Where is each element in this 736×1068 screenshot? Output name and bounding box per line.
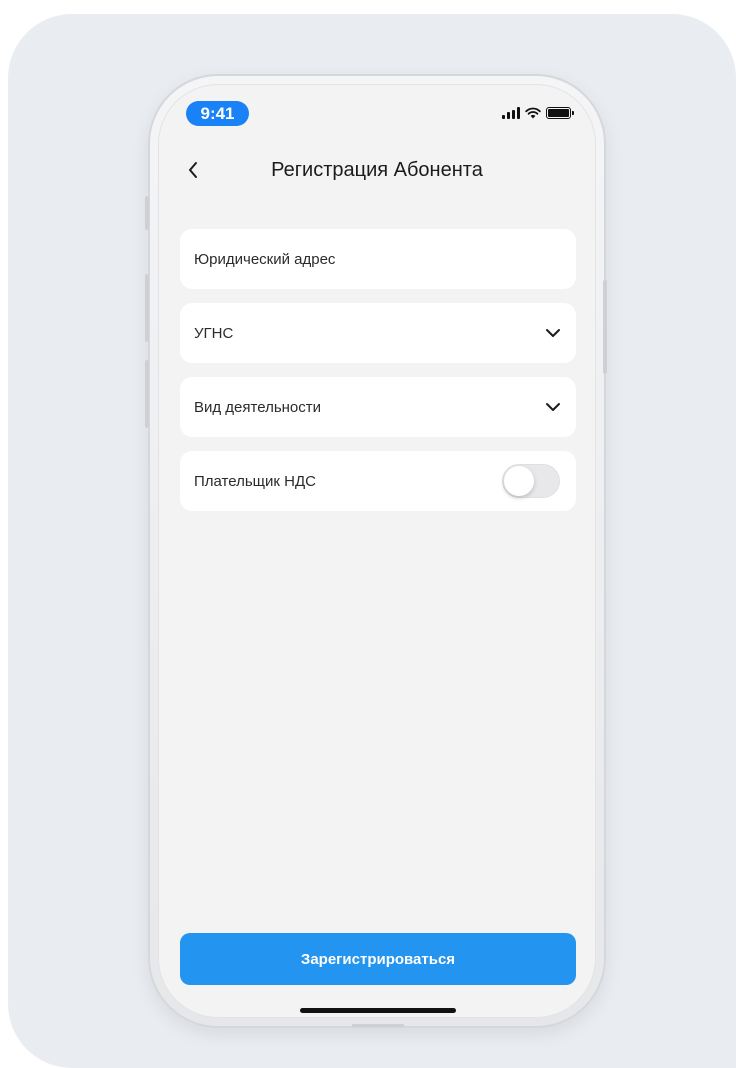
cellular-signal-icon bbox=[502, 107, 520, 119]
phone-volume-down-button bbox=[145, 360, 149, 428]
legal-address-field[interactable]: Юридический адрес bbox=[180, 229, 576, 289]
chevron-down-icon bbox=[543, 323, 563, 343]
chevron-down-icon bbox=[543, 397, 563, 417]
vat-payer-row: Плательщик НДС bbox=[180, 451, 576, 511]
wifi-icon bbox=[525, 107, 541, 119]
toggle-knob bbox=[504, 466, 534, 496]
status-icons bbox=[502, 105, 574, 121]
phone-screen: 9:41 Регистрация Абонента Юридический ад… bbox=[158, 84, 596, 1018]
vat-payer-toggle[interactable] bbox=[502, 464, 560, 498]
home-indicator bbox=[300, 1008, 456, 1013]
chevron-left-icon bbox=[189, 162, 197, 178]
ugns-label: УГНС bbox=[194, 324, 234, 342]
page-title: Регистрация Абонента bbox=[271, 159, 483, 181]
activity-type-select[interactable]: Вид деятельности bbox=[180, 377, 576, 437]
phone-bottom-port bbox=[352, 1024, 404, 1027]
vat-payer-label: Плательщик НДС bbox=[194, 472, 316, 490]
register-button[interactable]: Зарегистрироваться bbox=[180, 933, 576, 985]
status-time: 9:41 bbox=[186, 101, 249, 126]
phone-volume-up-button bbox=[145, 274, 149, 342]
activity-type-label: Вид деятельности bbox=[194, 398, 322, 416]
legal-address-label: Юридический адрес bbox=[194, 250, 336, 268]
phone-silent-switch bbox=[145, 196, 149, 230]
back-button[interactable] bbox=[181, 157, 205, 183]
ugns-select[interactable]: УГНС bbox=[180, 303, 576, 363]
battery-icon bbox=[546, 107, 574, 119]
phone-power-button bbox=[603, 280, 607, 374]
